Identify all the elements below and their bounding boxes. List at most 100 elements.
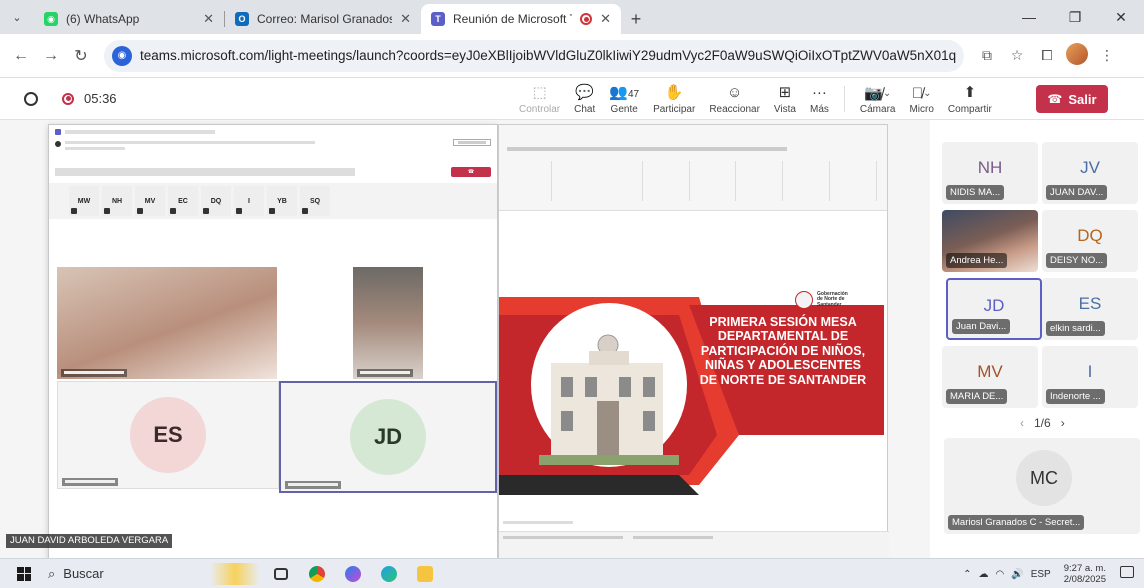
new-tab-button[interactable]: + xyxy=(621,4,651,34)
mic-off-icon xyxy=(203,208,209,214)
windows-taskbar: ⌕ Buscar ⌃ ☁ ◠ 🔊 ESP 9:27 a. m. 2/08/202… xyxy=(0,558,1144,588)
participant-tile-mc[interactable]: MC Mariosl Granados C - Secret... xyxy=(944,438,1140,534)
task-view-icon[interactable] xyxy=(266,559,296,588)
maximize-icon[interactable]: ❐ xyxy=(1052,0,1098,34)
share-button[interactable]: ⬆ Compartir xyxy=(941,78,999,120)
close-tab-icon[interactable]: ✕ xyxy=(203,11,214,27)
forward-icon[interactable]: → xyxy=(36,47,66,65)
participant-tile[interactable]: I Indenorte ... xyxy=(1042,346,1138,408)
close-tab-icon[interactable]: ✕ xyxy=(600,11,611,27)
gobernacion-seal-icon xyxy=(795,291,813,309)
participant-video-valentina xyxy=(353,267,423,379)
minimize-icon[interactable]: — xyxy=(1006,0,1052,34)
site-info-icon[interactable]: ◉ xyxy=(112,45,132,66)
info-icon xyxy=(55,141,61,147)
participant-tile[interactable]: ES elkin sardi... xyxy=(1042,278,1138,340)
tab-outlook[interactable]: O Correo: Marisol Granados - Out ✕ xyxy=(225,4,421,34)
slide-title: PRIMERA SESIÓN MESA DEPARTAMENTAL DE PAR… xyxy=(699,315,867,387)
chat-button[interactable]: 💬 Chat xyxy=(567,78,602,120)
chevron-up-icon[interactable]: ⌃ xyxy=(963,569,971,580)
tab-whatsapp[interactable]: ◉ (6) WhatsApp ✕ xyxy=(34,4,224,34)
meeting-timer: 05:36 xyxy=(84,91,117,106)
mini-participant-tile: YB xyxy=(267,186,297,216)
share-screen-icon: ⬆ xyxy=(963,83,977,101)
onedrive-icon[interactable]: ☁ xyxy=(979,569,989,580)
mini-participant-tile: MW xyxy=(69,186,99,216)
mini-participant-tile: NH xyxy=(102,186,132,216)
mic-off-icon xyxy=(71,208,77,214)
address-bar: ← → ↻ ◉ teams.microsoft.com/light-meetin… xyxy=(0,34,1144,78)
window-controls: — ❐ ✕ xyxy=(1006,0,1144,34)
file-explorer-icon[interactable] xyxy=(410,559,440,588)
mini-participant-tile: EC xyxy=(168,186,198,216)
browser-menu-icon[interactable]: ⋮ xyxy=(1092,47,1122,64)
back-icon[interactable]: ← xyxy=(6,47,36,65)
system-tray: ⌃ ☁ ◠ 🔊 ESP 9:27 a. m. 2/08/2025 xyxy=(963,559,1106,588)
language-indicator[interactable]: ESP xyxy=(1031,569,1051,580)
camera-button[interactable]: 📷̸ ⌄ Cámara xyxy=(853,78,903,120)
close-window-icon[interactable]: ✕ xyxy=(1098,0,1144,34)
people-button[interactable]: 👥47 Gente xyxy=(602,78,646,120)
browser-tab-strip: ⌄ ◉ (6) WhatsApp ✕ O Correo: Marisol Gra… xyxy=(0,0,1144,34)
recording-icon xyxy=(580,13,593,25)
participant-tile[interactable]: DQ DEISY NO... xyxy=(1042,210,1138,272)
react-button[interactable]: ☺ Reaccionar xyxy=(702,78,767,120)
tab-teams-meeting[interactable]: T Reunión de Microsoft Teams ✕ xyxy=(421,4,621,34)
notifications-icon[interactable] xyxy=(1120,566,1134,578)
copilot-icon[interactable] xyxy=(338,559,368,588)
ppt-statusbar xyxy=(499,531,889,559)
gallery-pager: ‹ 1/6 › xyxy=(1020,416,1065,430)
edge-icon[interactable] xyxy=(374,559,404,588)
camera-off-icon: 📷̸ xyxy=(864,84,883,102)
raise-hand-icon: ✋ xyxy=(664,83,684,101)
mini-participant-tile: SQ xyxy=(300,186,330,216)
mic-off-icon: 🎙̸ xyxy=(911,84,924,102)
chevron-down-icon[interactable]: ⌄ xyxy=(923,85,931,103)
participant-tile[interactable]: MV MARIA DE... xyxy=(942,346,1038,408)
chevron-left-icon[interactable]: ‹ xyxy=(1020,416,1024,430)
extensions-icon[interactable]: ⧠ xyxy=(1032,47,1062,64)
people-count: 47 xyxy=(627,88,640,100)
phone-hangup-icon: ☎ xyxy=(1047,92,1063,106)
tab-search-chevron-icon[interactable]: ⌄ xyxy=(0,0,34,34)
chat-icon: 💬 xyxy=(575,83,595,101)
chevron-down-icon[interactable]: ⌄ xyxy=(883,85,891,103)
translate-icon[interactable]: ⧉ xyxy=(972,47,1002,64)
start-button[interactable] xyxy=(0,566,48,581)
powerpoint-window: Gobernación de Norte de Santander PRIMER… xyxy=(498,124,889,559)
leave-button[interactable]: ☎ Salir xyxy=(1036,85,1108,113)
participant-tile[interactable]: NH NIDIS MA... xyxy=(942,142,1038,204)
participant-tile[interactable]: JD Juan Davi... xyxy=(946,278,1042,340)
meeting-info-icon[interactable] xyxy=(24,91,38,106)
mic-off-icon xyxy=(236,208,242,214)
wifi-icon[interactable]: ◠ xyxy=(996,569,1005,580)
chevron-right-icon[interactable]: › xyxy=(1061,416,1065,430)
mic-button[interactable]: 🎙̸ ⌄ Micro xyxy=(902,78,940,120)
taskbar-clock[interactable]: 9:27 a. m. 2/08/2025 xyxy=(1064,563,1106,585)
reload-icon[interactable]: ↻ xyxy=(66,46,96,66)
recording-indicator-icon xyxy=(62,92,74,105)
shared-screen: ☎ MW NH MV EC DQ I YB SQ ES JD Gobernaci… xyxy=(0,120,930,588)
participant-tile[interactable]: JV JUAN DAV... xyxy=(1042,142,1138,204)
teams-icon xyxy=(55,129,61,135)
active-speaker-label: JUAN DAVID ARBOLEDA VERGARA xyxy=(6,534,173,548)
volume-icon[interactable]: 🔊 xyxy=(1011,569,1023,580)
chrome-icon[interactable] xyxy=(302,559,332,588)
raise-hand-button[interactable]: ✋ Participar xyxy=(646,78,702,120)
close-tab-icon[interactable]: ✕ xyxy=(400,11,411,27)
ppt-ribbon xyxy=(499,125,887,211)
mic-off-icon xyxy=(137,208,143,214)
url-field[interactable]: ◉ teams.microsoft.com/light-meetings/lau… xyxy=(104,39,964,72)
bookmark-star-icon[interactable]: ☆ xyxy=(1002,47,1032,64)
participant-tile[interactable]: Andrea He... xyxy=(942,210,1038,272)
profile-avatar[interactable] xyxy=(1062,43,1092,68)
mini-tile-es: ES xyxy=(57,381,279,489)
whatsapp-icon: ◉ xyxy=(44,12,58,26)
leave-mini-button: ☎ xyxy=(451,167,491,177)
more-button[interactable]: ··· Más xyxy=(803,78,836,120)
taskbar-search[interactable]: ⌕ Buscar xyxy=(48,559,198,588)
slide-canvas: Gobernación de Norte de Santander PRIMER… xyxy=(499,285,884,533)
control-button[interactable]: ⬚ Controlar xyxy=(512,78,567,120)
weather-widget[interactable] xyxy=(210,562,260,585)
view-button[interactable]: ⊞ Vista xyxy=(767,78,803,120)
